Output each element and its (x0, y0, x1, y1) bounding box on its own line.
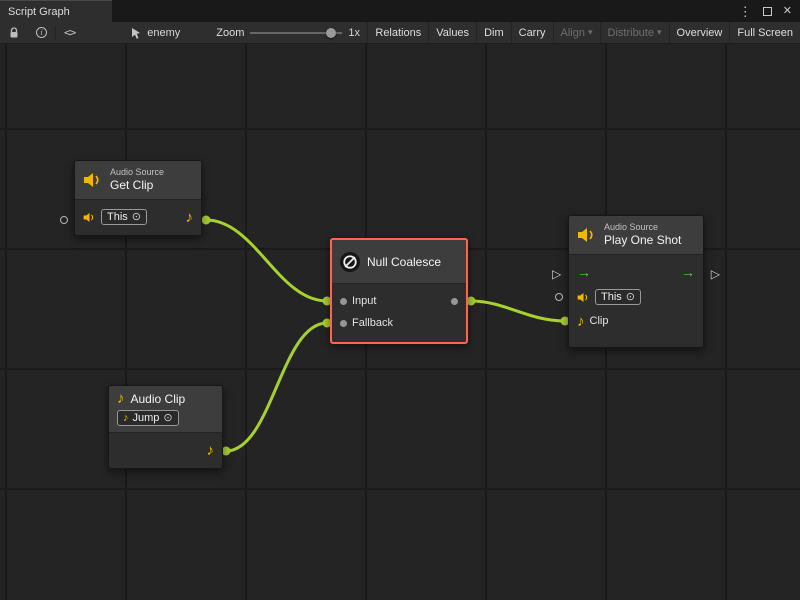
code-icon: <> (64, 26, 75, 39)
overview-button[interactable]: Overview (669, 22, 730, 43)
relations-button[interactable]: Relations (367, 22, 428, 43)
node-null-coalesce[interactable]: Null Coalesce Input Fallback (330, 238, 468, 344)
zoom-control: Zoom 1x (216, 27, 360, 39)
node-body: → → This ⊙ ♪ Clip (569, 255, 703, 347)
lock-icon (8, 27, 20, 39)
input-label: Input (352, 295, 376, 307)
this-object-field[interactable]: This ⊙ (101, 209, 147, 225)
node-title: Get Clip (110, 178, 164, 193)
this-object-field[interactable]: This ⊙ (595, 289, 641, 305)
node-body: This ⊙ ♪ (75, 200, 201, 235)
this-value: This (601, 291, 622, 303)
tab-title: Script Graph (8, 6, 70, 18)
tab-script-graph[interactable]: Script Graph (0, 0, 112, 22)
audio-source-port-icon[interactable] (577, 292, 590, 303)
graph-toolbar: i <> enemy Zoom 1x Relations Values (0, 22, 800, 44)
chevron-down-icon: ▾ (657, 27, 662, 38)
full-screen-button[interactable]: Full Screen (729, 22, 800, 43)
info-button[interactable]: i (28, 22, 55, 43)
node-body: Input Fallback (332, 284, 466, 342)
values-button[interactable]: Values (428, 22, 476, 43)
graph-canvas[interactable]: Audio Source Get Clip This ⊙ ♪ (0, 44, 800, 600)
null-coalesce-icon (340, 252, 360, 272)
this-input-port[interactable] (555, 293, 563, 301)
result-output-port[interactable] (451, 298, 458, 305)
graph-breadcrumb[interactable]: enemy (121, 27, 190, 39)
this-value: This (107, 211, 128, 223)
zoom-label: Zoom (216, 27, 244, 39)
node-header: Audio Source Get Clip (75, 161, 201, 200)
object-picker-icon[interactable]: ⊙ (132, 212, 141, 223)
music-note-icon: ♪ (123, 413, 129, 424)
fallback-label: Fallback (352, 317, 393, 329)
this-input-port[interactable] (60, 216, 68, 224)
node-title: Audio Clip (131, 392, 186, 406)
flow-in-triangle-icon[interactable]: ▷ (552, 268, 561, 280)
audio-source-icon (577, 227, 597, 243)
node-body: ♪ (109, 433, 222, 468)
input-port[interactable] (340, 298, 347, 305)
zoom-value: 1x (348, 27, 360, 39)
audio-source-port-icon[interactable] (83, 212, 96, 223)
script-graph-window: Script Graph ⋮ ✕ i <> enemy (0, 0, 800, 600)
node-get-clip[interactable]: Audio Source Get Clip This ⊙ ♪ (74, 160, 202, 236)
distribute-button[interactable]: Distribute ▾ (600, 22, 669, 43)
wire-nullcoalesce-to-clip[interactable] (471, 301, 565, 321)
node-title: Play One Shot (604, 233, 681, 248)
chevron-down-icon: ▾ (588, 27, 593, 38)
wire-getclip-to-input[interactable] (206, 220, 327, 301)
node-header: Audio Source Play One Shot (569, 216, 703, 255)
fallback-port[interactable] (340, 320, 347, 327)
tab-bar: Script Graph ⋮ ✕ (0, 0, 800, 22)
window-controls: ⋮ ✕ (739, 0, 800, 22)
maximize-icon[interactable] (763, 7, 772, 16)
object-picker-icon[interactable]: ⊙ (163, 413, 172, 424)
clip-value: Jump (133, 412, 160, 424)
zoom-slider-handle[interactable] (326, 28, 336, 38)
audio-clip-object-field[interactable]: ♪ Jump ⊙ (117, 410, 179, 426)
node-subtitle: Audio Source (604, 222, 681, 233)
clip-output-port-icon[interactable]: ♪ (207, 443, 215, 458)
zoom-slider[interactable] (250, 28, 342, 38)
info-icon: i (36, 27, 47, 38)
node-header: ♪ Audio Clip ♪ Jump ⊙ (109, 386, 222, 433)
graph-name: enemy (147, 27, 180, 39)
object-picker-icon[interactable]: ⊙ (626, 292, 635, 303)
clip-input-port-icon[interactable]: ♪ (577, 314, 585, 329)
align-button[interactable]: Align ▾ (553, 22, 600, 43)
close-icon[interactable]: ✕ (783, 6, 792, 17)
node-title: Null Coalesce (367, 255, 441, 269)
edit-graph-button[interactable]: <> (56, 22, 83, 43)
clip-label: Clip (590, 315, 609, 327)
flow-input-port-icon[interactable]: → (577, 265, 591, 279)
node-header: Null Coalesce (332, 240, 466, 284)
tabbar-spacer (112, 0, 739, 22)
clip-output-port-icon[interactable]: ♪ (186, 210, 194, 225)
lock-button[interactable] (0, 22, 28, 43)
wire-endpoint[interactable] (202, 216, 211, 225)
node-subtitle: Audio Source (110, 167, 164, 178)
flow-out-triangle-icon[interactable]: ▷ (711, 268, 720, 280)
audio-source-icon (83, 172, 103, 188)
dim-button[interactable]: Dim (476, 22, 511, 43)
window-menu-icon[interactable]: ⋮ (739, 5, 752, 18)
audio-clip-icon: ♪ (117, 391, 125, 406)
toolbar-buttons: Relations Values Dim Carry Align ▾ Distr… (367, 22, 800, 43)
carry-button[interactable]: Carry (511, 22, 553, 43)
flow-output-port-icon[interactable]: → (681, 265, 695, 279)
graph-pointer-icon (131, 27, 142, 39)
wire-audioclip-to-fallback[interactable] (226, 323, 327, 451)
node-play-one-shot[interactable]: Audio Source Play One Shot → → This (568, 215, 704, 348)
node-audio-clip[interactable]: ♪ Audio Clip ♪ Jump ⊙ ♪ (108, 385, 223, 469)
